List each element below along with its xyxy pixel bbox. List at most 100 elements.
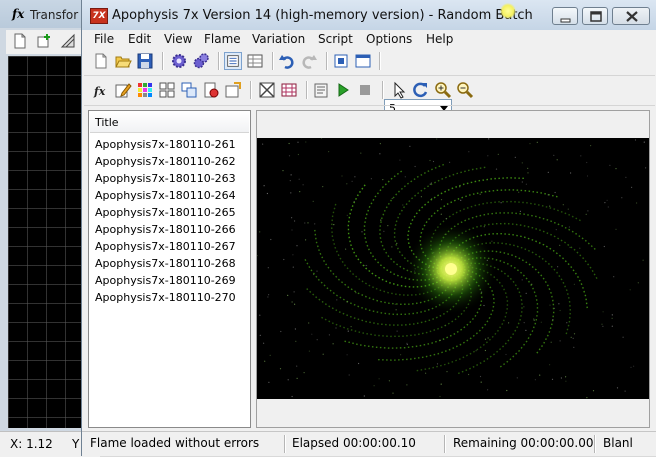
menu-view[interactable]: View: [164, 32, 192, 46]
flame-speck: [570, 172, 572, 174]
flame-speck: [406, 384, 408, 386]
flame-speck: [279, 368, 282, 370]
close-button[interactable]: [612, 7, 650, 25]
flame-preview-canvas[interactable]: [257, 138, 649, 399]
flame-speck: [573, 333, 576, 335]
icon-view-icon[interactable]: [246, 52, 264, 70]
flame-speck: [409, 145, 411, 147]
menu-options[interactable]: Options: [366, 32, 412, 46]
flame-speck: [636, 202, 638, 204]
flame-speck: [266, 192, 268, 195]
list-item[interactable]: Apophysis7x-180110-269: [95, 273, 236, 290]
flame-speck: [500, 202, 502, 204]
flame-speck: [307, 222, 309, 224]
menubar: File Edit View Flame Variation Script Op…: [82, 30, 656, 48]
menu-edit[interactable]: Edit: [128, 32, 151, 46]
menu-file[interactable]: File: [94, 32, 114, 46]
fx-editor-icon[interactable]: fx: [92, 81, 110, 99]
flame-speck: [444, 324, 446, 327]
apophysis-app-icon[interactable]: 7X: [90, 8, 108, 24]
edit-pencil-icon[interactable]: [114, 81, 132, 99]
list-column-header[interactable]: Title: [90, 112, 249, 133]
flame-speck: [270, 238, 272, 241]
list-item[interactable]: Apophysis7x-180110-267: [95, 239, 236, 256]
stop-script-icon[interactable]: [356, 81, 374, 99]
open-folder-icon[interactable]: [114, 52, 132, 70]
render-all-icon[interactable]: [192, 52, 210, 70]
flame-speck: [558, 303, 560, 305]
flame-speck: [353, 201, 355, 203]
transparency-icon[interactable]: [258, 81, 276, 99]
redo-icon[interactable]: [300, 52, 318, 70]
flame-speck: [316, 270, 318, 272]
flame-speck: [484, 338, 487, 340]
undo-icon[interactable]: [278, 52, 296, 70]
options-icon[interactable]: [224, 81, 242, 99]
list-item[interactable]: Apophysis7x-180110-265: [95, 205, 236, 222]
flame-core: [445, 263, 457, 275]
new-file-icon[interactable]: [92, 52, 110, 70]
flame-speck: [314, 223, 316, 225]
main-window: 7X Apophysis 7x Version 14 (high-memory …: [81, 0, 656, 456]
toolbar-separator: [306, 81, 308, 99]
flame-speck: [615, 168, 617, 170]
triangle-icon[interactable]: [60, 33, 76, 49]
list-item[interactable]: Apophysis7x-180110-262: [95, 154, 236, 171]
transform-editor-grid[interactable]: [8, 56, 84, 428]
list-item[interactable]: Apophysis7x-180110-266: [95, 222, 236, 239]
adjust-windows-icon[interactable]: [180, 81, 198, 99]
flame-list: Apophysis7x-180110-261 Apophysis7x-18011…: [95, 137, 236, 307]
render-to-disk-icon[interactable]: [202, 81, 220, 99]
zoom-out-icon[interactable]: [456, 81, 474, 99]
menu-script[interactable]: Script: [318, 32, 353, 46]
toolbar-separator: [326, 52, 328, 70]
column-title-label: Title: [95, 116, 119, 129]
add-transform-icon[interactable]: [36, 33, 52, 49]
maximize-button[interactable]: [582, 7, 608, 25]
flame-speck: [531, 283, 533, 285]
new-transform-icon[interactable]: [12, 33, 28, 49]
menu-variation[interactable]: Variation: [252, 32, 305, 46]
zoom-in-icon[interactable]: [434, 81, 452, 99]
window-view-icon[interactable]: [354, 52, 372, 70]
flame-speck: [358, 362, 360, 365]
guidelines-icon[interactable]: [280, 81, 298, 99]
list-item[interactable]: Apophysis7x-180110-261: [95, 137, 236, 154]
list-item[interactable]: Apophysis7x-180110-264: [95, 188, 236, 205]
menu-flame[interactable]: Flame: [204, 32, 241, 46]
select-pointer-icon[interactable]: [390, 81, 408, 99]
minimize-button[interactable]: [552, 7, 578, 25]
flame-speck: [280, 330, 282, 333]
flame-speck: [305, 141, 307, 143]
fullscreen-icon[interactable]: [332, 52, 350, 70]
script-editor-icon[interactable]: [312, 81, 330, 99]
flame-speck: [565, 376, 567, 378]
flame-speck: [551, 378, 554, 380]
menu-help[interactable]: Help: [426, 32, 453, 46]
flame-speck: [299, 191, 301, 193]
flame-speck: [621, 197, 623, 199]
flame-speck: [391, 246, 393, 248]
flame-speck: [294, 220, 296, 222]
flame-speck: [296, 245, 298, 247]
main-titlebar[interactable]: 7X Apophysis 7x Version 14 (high-memory …: [82, 0, 656, 30]
flame-speck: [392, 392, 394, 394]
list-item[interactable]: Apophysis7x-180110-268: [95, 256, 236, 273]
mutate-grid-icon[interactable]: [158, 81, 176, 99]
flame-speck: [322, 186, 324, 188]
flame-speck: [568, 226, 570, 228]
flame-speck: [643, 141, 645, 143]
flame-speck: [523, 306, 525, 308]
flame-speck: [573, 346, 575, 348]
save-icon[interactable]: [136, 52, 154, 70]
list-view-icon[interactable]: [224, 52, 242, 70]
run-script-icon[interactable]: [334, 81, 352, 99]
list-item[interactable]: Apophysis7x-180110-270: [95, 290, 236, 307]
flame-list-panel[interactable]: Title Apophysis7x-180110-261 Apophysis7x…: [88, 110, 251, 428]
gradient-palette-icon[interactable]: [136, 81, 154, 99]
list-item[interactable]: Apophysis7x-180110-263: [95, 171, 236, 188]
rotate-icon[interactable]: [412, 81, 430, 99]
status-elapsed: Elapsed 00:00:00.10: [292, 436, 416, 450]
flame-speck: [567, 208, 569, 210]
render-gear-icon[interactable]: [170, 52, 188, 70]
